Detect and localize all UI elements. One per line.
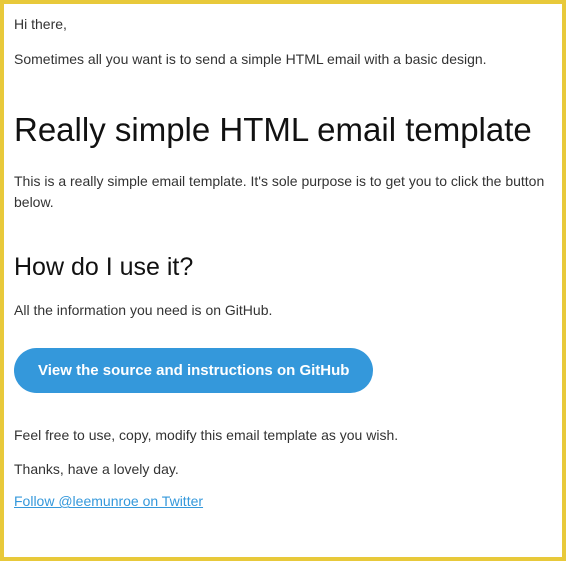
intro-text: Sometimes all you want is to send a simp… bbox=[14, 50, 552, 70]
sub-text: All the information you need is on GitHu… bbox=[14, 302, 552, 318]
twitter-link[interactable]: Follow @leemunroe on Twitter bbox=[14, 493, 203, 509]
description-text: This is a really simple email template. … bbox=[14, 171, 552, 213]
sub-heading: How do I use it? bbox=[14, 253, 552, 282]
closing-text-2: Thanks, have a lovely day. bbox=[14, 461, 552, 477]
greeting-text: Hi there, bbox=[14, 16, 552, 32]
cta-button[interactable]: View the source and instructions on GitH… bbox=[14, 348, 373, 393]
closing-text-1: Feel free to use, copy, modify this emai… bbox=[14, 427, 552, 443]
main-heading: Really simple HTML email template bbox=[14, 110, 552, 150]
email-container: Hi there, Sometimes all you want is to s… bbox=[0, 0, 566, 561]
